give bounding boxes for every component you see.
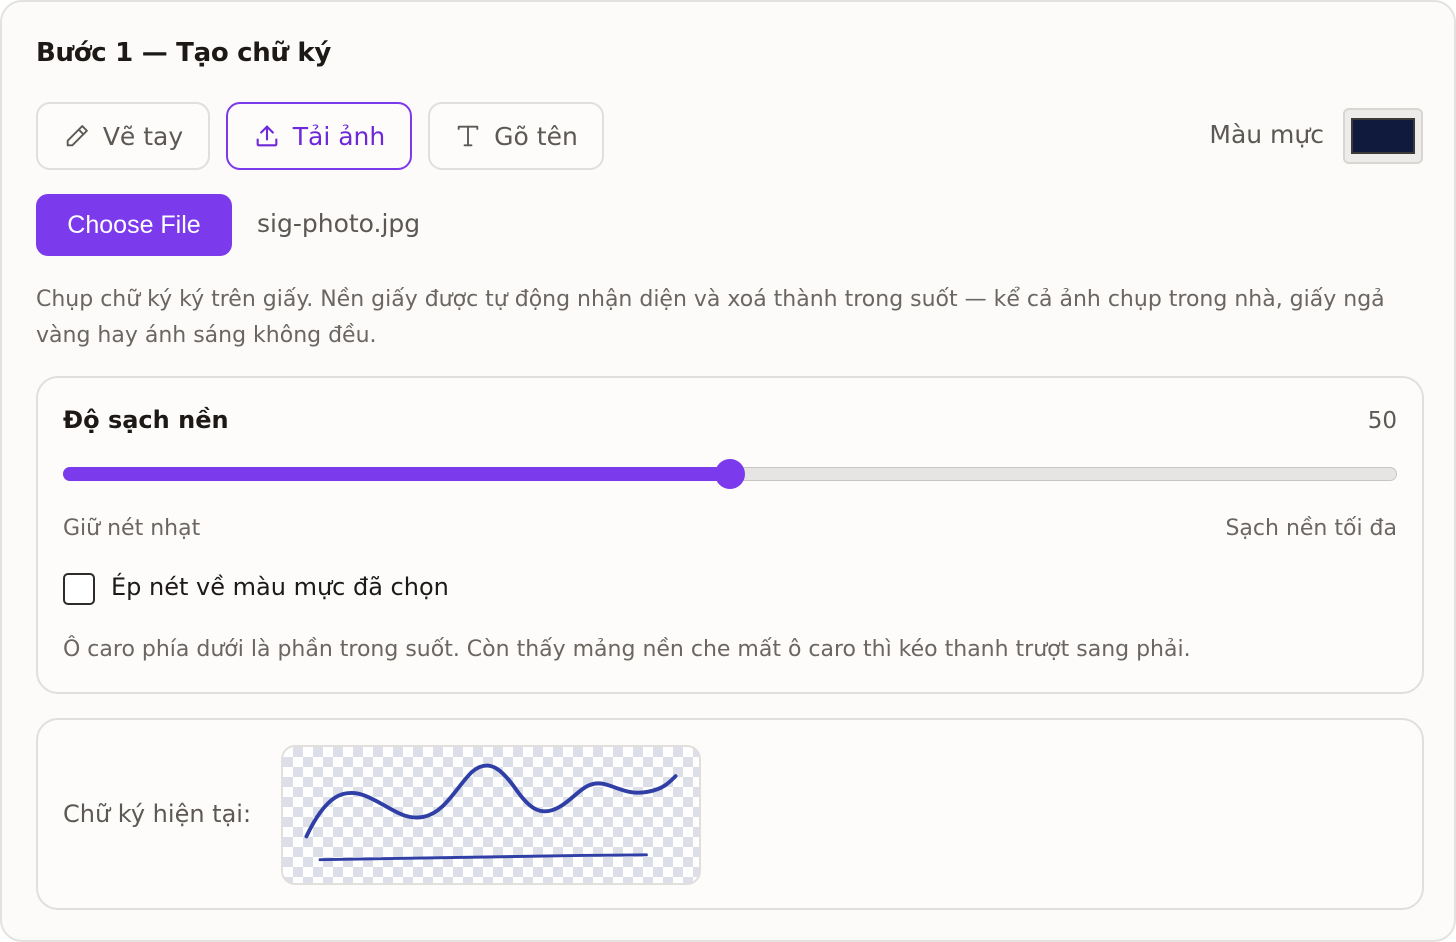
background-cleanliness-panel: Độ sạch nền 50 Giữ nét nhạt Sạch nền tối…: [36, 376, 1424, 694]
tab-upload[interactable]: Tải ảnh: [226, 102, 412, 170]
pencil-icon: [66, 125, 88, 147]
signature-preview: [281, 745, 701, 885]
tab-type-label: Gõ tên: [494, 121, 578, 151]
current-signature-label: Chữ ký hiện tại:: [63, 800, 252, 828]
slider-max-label: Sạch nền tối đa: [1225, 516, 1397, 541]
selected-file-name: sig-photo.jpg: [257, 209, 421, 238]
ink-color-label: Màu mực: [1209, 120, 1324, 149]
choose-file-button[interactable]: Choose File: [36, 194, 232, 256]
cleanliness-slider[interactable]: [63, 459, 1397, 489]
tab-type[interactable]: Gõ tên: [428, 102, 604, 170]
transparency-hint: Ô caro phía dưới là phần trong suốt. Còn…: [63, 637, 1191, 662]
ink-color-picker[interactable]: [1343, 108, 1423, 164]
current-signature-panel: Chữ ký hiện tại:: [36, 718, 1424, 910]
tab-draw[interactable]: Vẽ tay: [36, 102, 210, 170]
cleanliness-label: Độ sạch nền: [63, 406, 229, 434]
text-icon: [457, 125, 479, 147]
force-ink-color-label[interactable]: Ép nét về màu mực đã chọn: [111, 573, 449, 601]
slider-thumb[interactable]: [715, 459, 745, 489]
slider-fill: [63, 467, 730, 481]
ink-color-swatch: [1351, 118, 1415, 154]
slider-min-label: Giữ nét nhạt: [63, 516, 201, 541]
signature-drawing: [304, 763, 678, 862]
tab-draw-label: Vẽ tay: [102, 121, 184, 151]
step-title: Bước 1 — Tạo chữ ký: [36, 38, 332, 68]
upload-icon: [256, 125, 278, 147]
force-ink-color-checkbox[interactable]: [63, 573, 95, 605]
tab-upload-label: Tải ảnh: [292, 121, 386, 151]
signature-step-card: Bước 1 — Tạo chữ ký Vẽ tay Tải ảnh Gõ tê…: [0, 0, 1456, 942]
upload-description: Chụp chữ ký ký trên giấy. Nền giấy được …: [36, 287, 1385, 348]
cleanliness-value: 50: [1367, 408, 1397, 434]
